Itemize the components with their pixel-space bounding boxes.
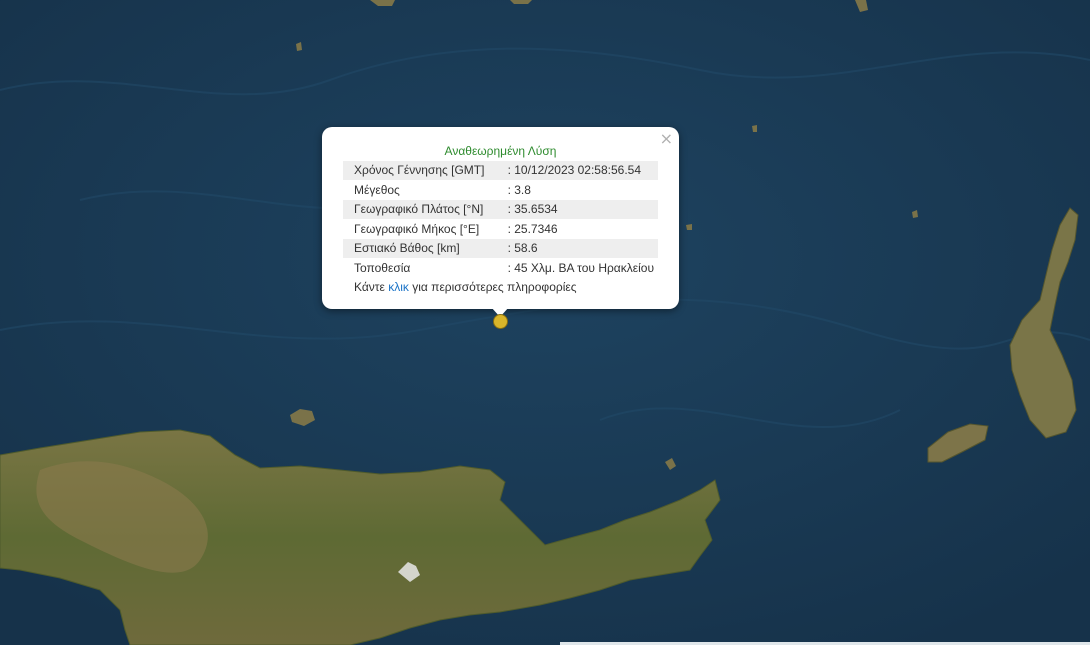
close-icon[interactable]: × (660, 130, 673, 148)
satellite-map[interactable] (0, 0, 1090, 645)
earthquake-info-popup: × Αναθεωρημένη Λύση Χρόνος Γέννησης [GMT… (322, 127, 679, 309)
row-label: Μέγεθος (354, 182, 400, 197)
more-info-link[interactable]: κλικ (388, 280, 409, 294)
row-value: : 10/12/2023 02:58:56.54 (503, 160, 658, 180)
row-value: : 3.8 (507, 182, 531, 197)
row-value: : 35.6534 (503, 199, 658, 219)
row-label: Τοποθεσία (354, 260, 411, 275)
row-label: Εστιακό Βάθος [km] (343, 238, 504, 258)
table-row: Εστιακό Βάθος [km] : 58.6 (343, 238, 658, 258)
row-value: : 45 Χλμ. ΒΑ του Ηρακλείου (507, 260, 654, 275)
table-row: Κάντε κλικ για περισσότερες πληροφορίες (343, 278, 658, 298)
more-info-prefix: Κάντε (354, 280, 389, 295)
earthquake-marker-icon[interactable] (493, 314, 508, 329)
islet (686, 224, 692, 230)
row-value: : 58.6 (503, 238, 658, 258)
more-info-suffix: για περισσότερες πληροφορίες (408, 280, 577, 295)
row-label: Γεωγραφικό Πλάτος [°N] (343, 199, 504, 219)
table-row: Χρόνος Γέννησης [GMT] : 10/12/2023 02:58… (343, 160, 658, 180)
row-label: Χρόνος Γέννησης [GMT] (343, 160, 504, 180)
row-label: Γεωγραφικό Μήκος [°E] (354, 221, 480, 236)
info-table: Αναθεωρημένη Λύση Χρόνος Γέννησης [GMT] … (343, 141, 658, 297)
table-row: Μέγεθος : 3.8 (343, 180, 658, 200)
table-row: Γεωγραφικό Μήκος [°E] : 25.7346 (343, 219, 658, 239)
table-row: Γεωγραφικό Πλάτος [°N] : 35.6534 (343, 199, 658, 219)
more-info-line: Κάντε κλικ για περισσότερες πληροφορίες (343, 278, 658, 298)
popup-title: Αναθεωρημένη Λύση (444, 143, 557, 158)
table-row: Τοποθεσία : 45 Χλμ. ΒΑ του Ηρακλείου (343, 258, 658, 278)
table-row: Αναθεωρημένη Λύση (343, 141, 658, 161)
row-value: : 25.7346 (507, 221, 558, 236)
